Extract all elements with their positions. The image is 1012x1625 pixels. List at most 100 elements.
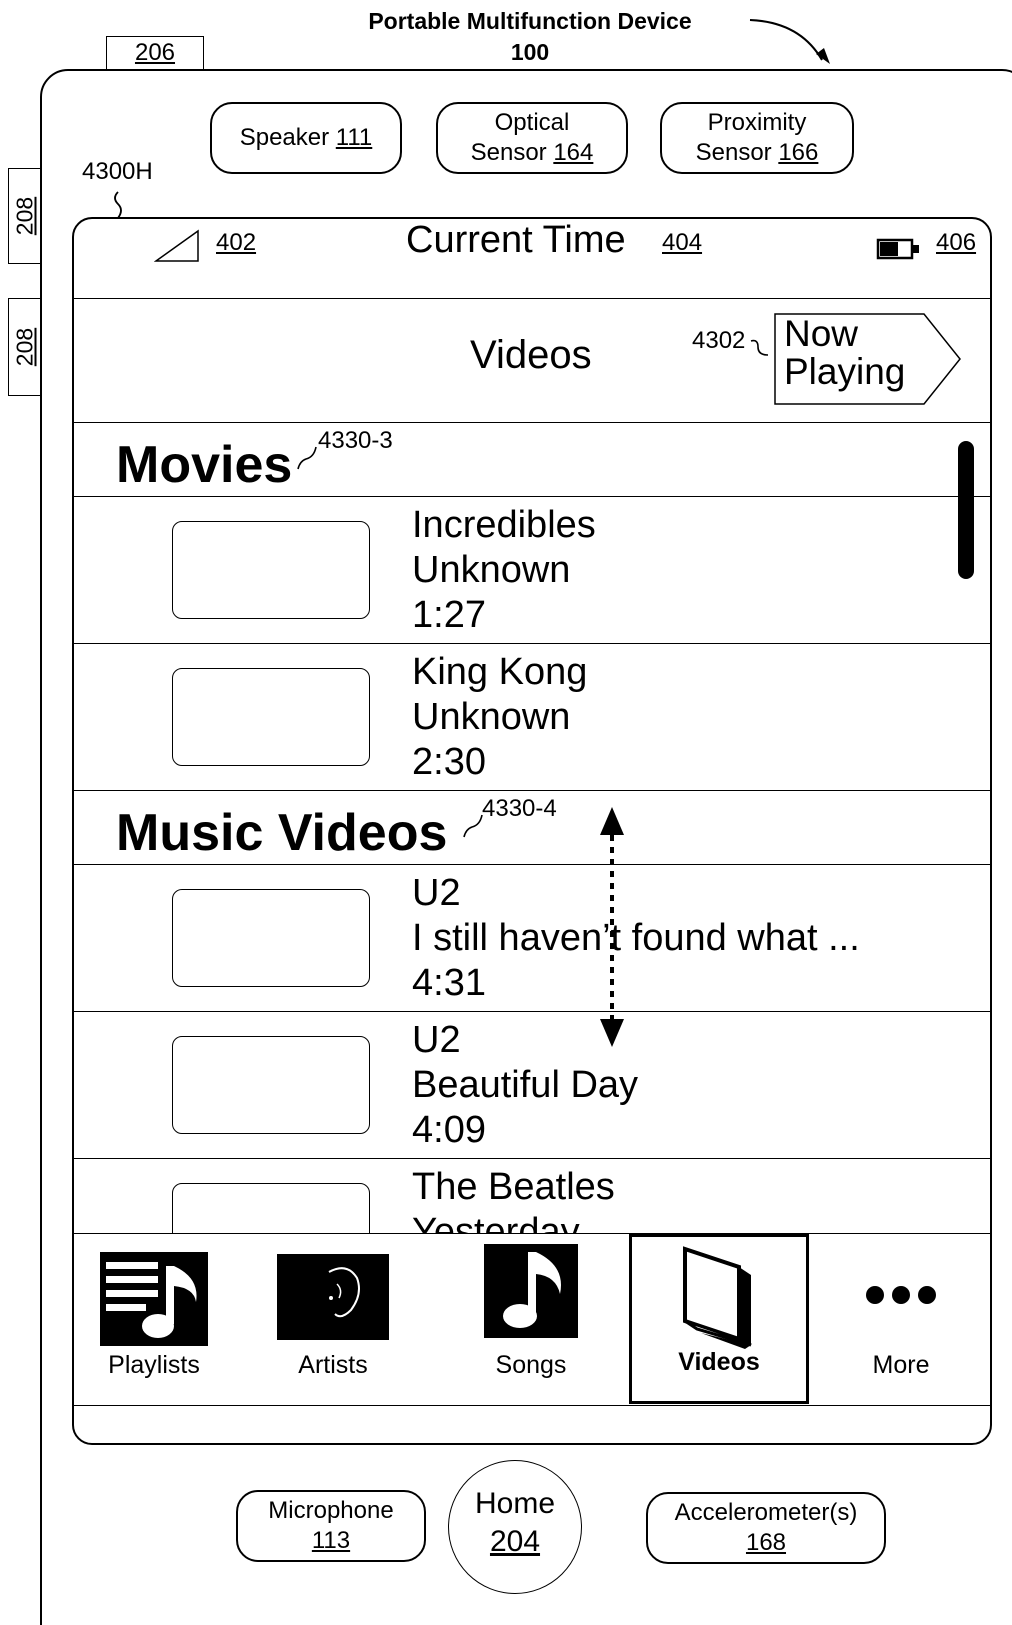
ref-206-button: 206 [106,36,204,70]
device-pointer-arrow-icon [749,19,830,64]
item-subtitle: I still haven’t found what ... [412,917,860,959]
list-item-text: Incredibles Unknown 1:27 [412,503,596,638]
screen-ref-leader-icon [114,191,122,219]
optical-sensor-label2: Sensor [470,139,547,166]
microphone-ref: 113 [311,1527,351,1554]
tab-label: More [872,1351,930,1379]
now-playing-line2: Playing [784,351,906,392]
video-thumbnail [172,668,370,766]
home-label: Home [474,1487,556,1520]
video-list[interactable]: Movies 4330-3 Incredibles Unknown 1:27 K… [74,423,990,1233]
now-playing-ref: 4302 [692,327,746,354]
item-title: Incredibles [412,504,596,546]
optical-sensor-box: Optical Sensor 164 [436,102,628,174]
speaker-box: Speaker 111 [210,102,402,174]
video-thumbnail [172,1036,370,1134]
tab-label: Playlists [108,1351,200,1379]
proximity-sensor-label2: Sensor [695,139,772,166]
item-title: The Beatles [412,1166,615,1208]
item-duration: 4:09 [412,1109,486,1151]
tab-label: Videos [678,1348,760,1376]
side-button-208-lower: 208 [8,298,40,396]
current-time: Current Time [406,219,626,261]
nav-title: Videos [470,333,592,377]
accelerometer-ref: 168 [745,1529,787,1556]
home-ref: 204 [489,1525,541,1558]
signal-strength-icon [154,229,199,262]
list-item[interactable]: Incredibles Unknown 1:27 [74,497,990,644]
item-subtitle: Unknown [412,549,571,591]
speaker-ref: 111 [335,124,373,151]
accelerometer-box: Accelerometer(s) 168 [646,1492,886,1564]
section-header-movies: Movies 4330-3 [74,423,990,497]
microphone-label: Microphone [268,1497,394,1524]
figure-title: Portable Multifunction Device 100 [300,6,760,68]
ref-208-upper: 208 [11,196,37,236]
tab-label: Artists [298,1351,368,1379]
tab-more[interactable]: More [816,1234,986,1404]
section-ref-movies: 4330-3 [318,427,393,454]
more-dots-icon [866,1286,936,1304]
home-button[interactable]: Home 204 [448,1460,582,1594]
list-item[interactable]: U2 I still haven’t found what ... 4:31 [74,865,990,1012]
side-button-208-upper: 208 [8,168,40,264]
video-thumbnail [172,1183,370,1233]
tab-label: Songs [495,1351,567,1379]
tv-icon [683,1246,752,1349]
time-ref: 404 [662,229,703,256]
item-duration: 4:31 [412,962,486,1004]
device-ref: 100 [510,39,550,65]
speaker-label: Speaker [239,124,330,151]
battery-ref: 406 [936,229,977,256]
now-playing-label: Now Playing [784,315,905,391]
touch-screen: 402 Current Time 404 406 Videos 4302 Now… [72,217,992,1445]
music-videos-leader-icon [463,814,483,838]
battery-icon [876,238,919,260]
optical-sensor-label: Optical [494,109,570,136]
item-title: King Kong [412,651,588,693]
optical-sensor-ref: 164 [553,139,594,166]
screen-ref-label: 4300H [82,158,153,185]
scroll-indicator[interactable] [958,441,974,579]
list-item-text: The Beatles Yesterday [412,1165,615,1233]
ref-208-lower: 208 [11,327,37,367]
status-bar: 402 Current Time 404 406 [74,219,990,299]
movies-leader-icon [297,446,317,470]
proximity-sensor-ref: 166 [778,139,819,166]
item-subtitle: Unknown [412,696,571,738]
section-title-movies: Movies [116,436,293,494]
item-subtitle: Beautiful Day [412,1064,639,1106]
navigation-bar: Videos 4302 Now Playing [74,299,990,423]
list-item[interactable]: King Kong Unknown 2:30 [74,644,990,791]
section-header-music-videos: Music Videos 4330-4 [74,791,990,865]
now-playing-button[interactable]: Now Playing [774,313,962,405]
list-item[interactable]: The Beatles Yesterday [74,1159,990,1233]
tab-bar: Playlists Artists Songs Videos More [74,1233,990,1406]
playlist-icon [100,1252,208,1346]
item-title: U2 [412,872,461,914]
accelerometer-label: Accelerometer(s) [674,1499,858,1526]
tab-videos[interactable]: Videos [629,1234,809,1404]
video-thumbnail [172,521,370,619]
figure-title-text: Portable Multifunction Device [368,8,692,34]
list-item-text: U2 I still haven’t found what ... 4:31 [412,871,860,1006]
item-duration: 1:27 [412,594,486,636]
now-playing-leader-icon [750,339,769,356]
item-subtitle: Yesterday [412,1211,580,1233]
tab-artists[interactable]: Artists [260,1234,406,1404]
signal-ref: 402 [216,229,257,256]
music-note-icon [484,1244,578,1338]
list-item-text: King Kong Unknown 2:30 [412,650,587,785]
item-duration: 2:30 [412,741,486,783]
video-thumbnail [172,889,370,987]
artist-icon [277,1254,389,1340]
now-playing-line1: Now [784,313,859,354]
tab-songs[interactable]: Songs [458,1234,604,1404]
proximity-sensor-label: Proximity [707,109,807,136]
microphone-box: Microphone 113 [236,1490,426,1562]
tab-playlists[interactable]: Playlists [74,1234,234,1404]
vertical-swipe-arrow-icon [600,807,624,1047]
section-ref-music-videos: 4330-4 [482,795,557,822]
proximity-sensor-box: Proximity Sensor 166 [660,102,854,174]
list-item[interactable]: U2 Beautiful Day 4:09 [74,1012,990,1159]
